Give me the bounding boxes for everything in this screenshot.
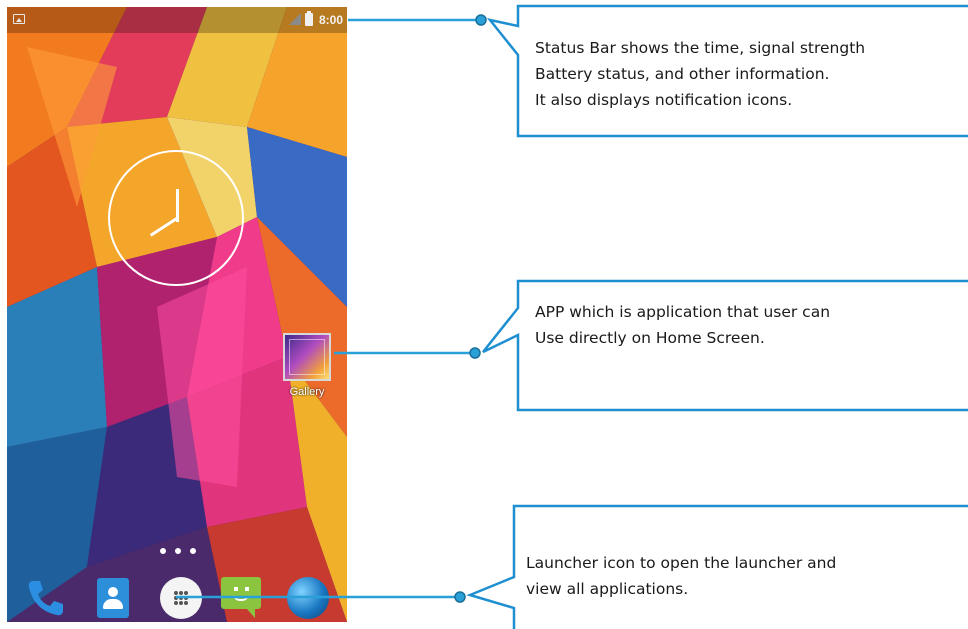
launcher-icon[interactable]	[158, 575, 204, 621]
status-time: 8:00	[319, 13, 344, 27]
launcher-callout: Launcher icon to open the launcher and v…	[526, 550, 836, 602]
callout-line: view all applications.	[526, 580, 689, 598]
page-dot	[190, 548, 196, 554]
page-dot	[160, 548, 166, 554]
image-notification-icon	[13, 14, 25, 24]
status-bar-callout: Status Bar shows the time, signal streng…	[535, 35, 865, 113]
clock-minute-hand	[149, 216, 179, 237]
status-bar[interactable]: 8:00	[7, 7, 347, 33]
battery-icon	[305, 11, 313, 26]
callout-line: APP which is application that user can	[535, 303, 831, 321]
app-callout: APP which is application that user can U…	[535, 299, 830, 351]
callout-line: Battery status, and other information.	[535, 65, 830, 83]
contacts-icon[interactable]	[91, 575, 137, 621]
gallery-app-label: Gallery	[289, 386, 325, 398]
dock	[7, 575, 347, 622]
phone-icon[interactable]	[23, 575, 69, 621]
gallery-icon	[283, 333, 331, 381]
callout-line: Status Bar shows the time, signal streng…	[535, 39, 866, 57]
page-dot	[175, 548, 181, 554]
polygon-wallpaper	[7, 7, 347, 622]
callout-line: It also displays notification icons.	[535, 91, 793, 109]
messaging-icon[interactable]	[219, 575, 265, 621]
signal-icon	[289, 13, 301, 25]
phone-home-screen: 8:00 Gallery	[7, 7, 347, 622]
browser-globe-icon[interactable]	[285, 575, 331, 621]
page-indicator	[160, 548, 200, 556]
callout-line: Launcher icon to open the launcher and	[526, 554, 837, 572]
gallery-app[interactable]: Gallery	[277, 333, 337, 398]
callout-line: Use directly on Home Screen.	[535, 329, 765, 347]
analog-clock-widget[interactable]	[108, 150, 244, 286]
